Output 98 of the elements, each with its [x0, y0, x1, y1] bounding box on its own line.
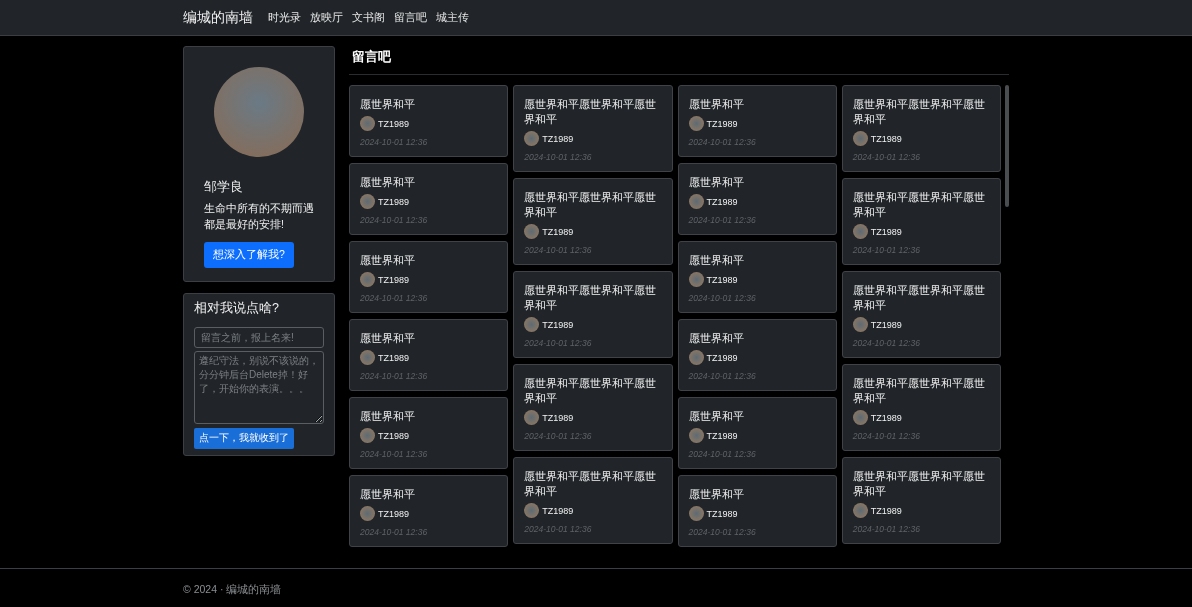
scrollbar-thumb[interactable] [1005, 85, 1009, 207]
user-name: TZ1989 [378, 118, 410, 129]
message-time: 2024-10-01 12:36 [524, 431, 593, 441]
message-text: 愿世界和平 [360, 409, 416, 424]
nav-link[interactable]: 文书阁 [352, 10, 385, 25]
message-text: 愿世界和平愿世界和平愿世界和平 [524, 283, 658, 313]
user-name: TZ1989 [870, 505, 902, 516]
nav-link[interactable]: 时光录 [268, 10, 301, 25]
profile-motto: 生命中所有的不期而遇都是最好的安排! [204, 201, 315, 232]
message-time: 2024-10-01 12:36 [852, 338, 921, 348]
user-name: TZ1989 [542, 133, 574, 144]
message-time: 2024-10-01 12:36 [688, 527, 757, 537]
message-time: 2024-10-01 12:36 [524, 524, 593, 534]
message-time: 2024-10-01 12:36 [524, 152, 593, 162]
user-avatar-placeholder [852, 224, 868, 239]
footer-text: © 2024 · 编城的南墙 [183, 583, 282, 595]
user-avatar-placeholder [360, 350, 375, 365]
user-avatar-placeholder [360, 272, 375, 287]
user-avatar-placeholder [360, 116, 375, 131]
user-name: TZ1989 [706, 274, 738, 285]
user-avatar-placeholder [524, 410, 540, 425]
user-avatar-placeholder [688, 506, 704, 521]
user-name: TZ1989 [706, 508, 738, 519]
message-time: 2024-10-01 12:36 [524, 338, 593, 348]
message-time: 2024-10-01 12:36 [688, 449, 757, 459]
user-avatar-placeholder [360, 428, 375, 443]
user-avatar-placeholder [360, 194, 375, 209]
user-name: TZ1989 [542, 319, 574, 330]
message-time: 2024-10-01 12:36 [688, 137, 757, 147]
user-name: TZ1989 [542, 412, 574, 423]
user-name: TZ1989 [706, 430, 738, 441]
form-title: 相对我说点啥? [194, 300, 280, 317]
user-avatar-placeholder [852, 131, 868, 146]
message-text: 愿世界和平 [360, 487, 416, 502]
nav-link[interactable]: 留言吧 [394, 10, 427, 25]
message-text: 愿世界和平 [360, 175, 416, 190]
user-avatar-placeholder [852, 317, 868, 332]
user-name: TZ1989 [542, 226, 574, 237]
site-brand-link[interactable]: 编城的南墙 [183, 8, 253, 27]
user-avatar-placeholder [852, 410, 868, 425]
user-avatar-placeholder [688, 428, 704, 443]
message-text: 愿世界和平 [360, 253, 416, 268]
user-avatar-placeholder [524, 503, 540, 518]
message-text: 愿世界和平 [688, 175, 745, 190]
message-text: 愿世界和平愿世界和平愿世界和平 [524, 97, 658, 127]
message-text: 愿世界和平 [688, 253, 745, 268]
message-time: 2024-10-01 12:36 [688, 293, 757, 303]
message-input-field[interactable]: 遵纪守法，别说不该说的，分分钟后台Delete掉！好了，开始你的表演。。。 [194, 351, 324, 424]
message-text: 愿世界和平 [688, 331, 745, 346]
user-avatar-placeholder [688, 116, 704, 131]
message-text: 愿世界和平愿世界和平愿世界和平 [852, 283, 986, 313]
message-text: 愿世界和平 [360, 97, 416, 112]
message-text: 愿世界和平愿世界和平愿世界和平 [852, 190, 986, 220]
user-avatar-placeholder [688, 194, 704, 209]
user-name: TZ1989 [706, 196, 738, 207]
message-time: 2024-10-01 12:36 [688, 215, 757, 225]
submit-button[interactable]: 点一下，我就收到了 [194, 428, 294, 449]
message-text: 愿世界和平 [688, 409, 745, 424]
message-text: 愿世界和平愿世界和平愿世界和平 [852, 469, 986, 499]
user-name: TZ1989 [706, 352, 738, 363]
user-name: TZ1989 [542, 505, 574, 516]
user-avatar-placeholder [524, 131, 540, 146]
message-text: 愿世界和平愿世界和平愿世界和平 [524, 469, 658, 499]
nav-link[interactable]: 城主传 [436, 10, 469, 25]
message-text: 愿世界和平愿世界和平愿世界和平 [524, 190, 658, 220]
user-avatar-placeholder [688, 350, 704, 365]
user-name: TZ1989 [706, 118, 738, 129]
name-input-field[interactable]: 留言之前，报上名来! [194, 327, 324, 348]
message-text: 愿世界和平 [688, 487, 745, 502]
user-avatar-placeholder [688, 272, 704, 287]
message-time: 2024-10-01 12:36 [852, 245, 921, 255]
message-text: 愿世界和平 [688, 97, 745, 112]
message-text: 愿世界和平 [360, 331, 416, 346]
user-name: TZ1989 [870, 412, 902, 423]
user-name: TZ1989 [870, 226, 902, 237]
message-time: 2024-10-01 12:36 [852, 524, 921, 534]
user-name: TZ1989 [378, 274, 410, 285]
user-avatar-placeholder [524, 224, 540, 239]
message-time: 2024-10-01 12:36 [852, 152, 921, 162]
user-avatar-placeholder [360, 506, 375, 521]
user-name: TZ1989 [378, 196, 410, 207]
user-name: TZ1989 [378, 352, 410, 363]
nav-link[interactable]: 放映厅 [310, 10, 343, 25]
user-avatar-placeholder [852, 503, 868, 518]
message-text: 愿世界和平愿世界和平愿世界和平 [852, 97, 986, 127]
user-name: TZ1989 [870, 133, 902, 144]
board-title: 留言吧 [349, 46, 1009, 75]
message-text: 愿世界和平愿世界和平愿世界和平 [852, 376, 986, 406]
user-avatar-placeholder [524, 317, 540, 332]
user-name: TZ1989 [870, 319, 902, 330]
user-name: TZ1989 [378, 508, 410, 519]
message-time: 2024-10-01 12:36 [524, 245, 593, 255]
message-text: 愿世界和平愿世界和平愿世界和平 [524, 376, 658, 406]
message-time: 2024-10-01 12:36 [688, 371, 757, 381]
user-name: TZ1989 [378, 430, 410, 441]
message-time: 2024-10-01 12:36 [852, 431, 921, 441]
about-me-button[interactable]: 想深入了解我? [204, 242, 294, 268]
profile-name: 邹学良 [204, 178, 243, 196]
